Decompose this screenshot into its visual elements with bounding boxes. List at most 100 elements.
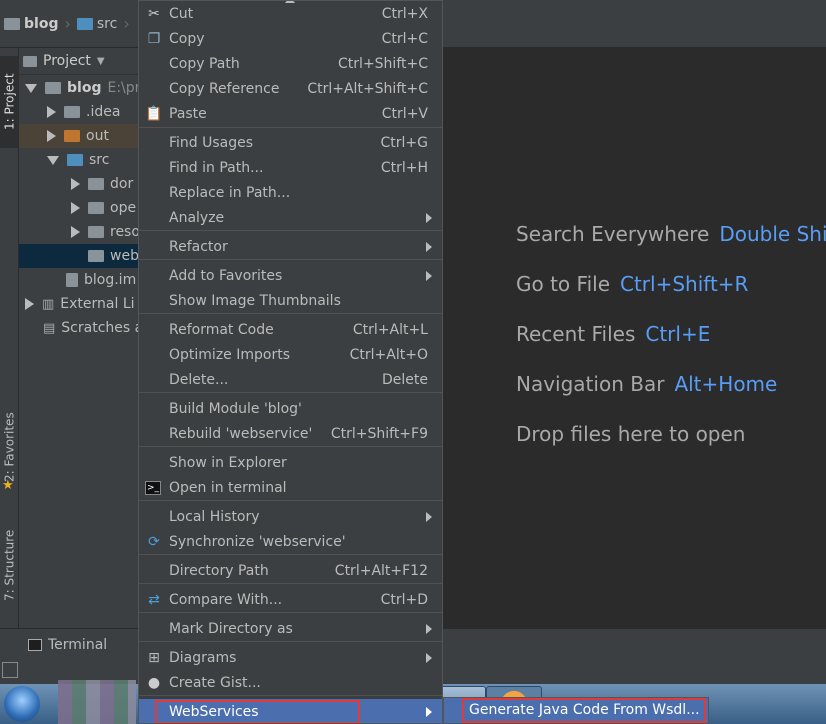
excluded-folder-icon — [64, 130, 80, 142]
menu-item-diagrams[interactable]: ⊞ Diagrams — [139, 645, 442, 670]
menu-item-label: Paste — [169, 105, 207, 122]
menu-item-find-usages[interactable]: Find Usages Ctrl+G — [139, 130, 442, 155]
menu-separator — [139, 583, 442, 584]
menu-item-build-module-blog[interactable]: Build Module 'blog' — [139, 396, 442, 421]
menu-item-label: Open in terminal — [169, 479, 287, 496]
menu-item-shortcut: Ctrl+H — [380, 159, 428, 176]
chevron-down-icon[interactable]: ▼ — [97, 56, 105, 67]
menu-item-synchronize-webservice[interactable]: ⟳ Synchronize 'webservice' — [139, 529, 442, 554]
tree-node-scratches[interactable]: ▤ Scratches a — [19, 316, 138, 340]
menu-item-label: Show Image Thumbnails — [169, 292, 341, 309]
submenu-arrow-icon — [426, 511, 432, 522]
menu-item-copy-path[interactable]: Copy Path Ctrl+Shift+C — [139, 51, 442, 76]
hint-key: Alt+Home — [674, 372, 778, 396]
collapse-arrow-icon[interactable] — [25, 298, 34, 310]
tab-structure[interactable]: 7: Structure — [0, 516, 19, 614]
menu-item-show-in-explorer[interactable]: Show in Explorer — [139, 450, 442, 475]
tree-node-label: out — [86, 128, 109, 144]
tree-node-package[interactable]: ope — [19, 196, 138, 220]
menu-item-label: Create Gist... — [169, 674, 261, 691]
menu-item-label: Build Module 'blog' — [169, 400, 302, 417]
menu-item-find-in-path[interactable]: Find in Path... Ctrl+H — [139, 155, 442, 180]
menu-item-label: Synchronize 'webservice' — [169, 533, 346, 550]
menu-item-optimize-imports[interactable]: Optimize Imports Ctrl+Alt+O — [139, 342, 442, 367]
menu-item-create-gist[interactable]: ● Create Gist... — [139, 670, 442, 695]
package-icon — [88, 250, 104, 262]
source-folder-icon — [67, 154, 83, 166]
tree-node-label: Scratches a — [61, 320, 138, 336]
collapse-arrow-icon[interactable] — [71, 226, 80, 238]
menu-item-label: Delete... — [169, 371, 229, 388]
collapse-arrow-icon[interactable] — [47, 106, 56, 118]
menu-item-label: Show in Explorer — [169, 454, 287, 471]
menu-item-refactor[interactable]: Refactor — [139, 234, 442, 259]
tab-structure-label: 7: Structure — [2, 529, 17, 601]
hint-key: Ctrl+E — [645, 322, 711, 346]
tree-node-webservice[interactable]: web — [19, 244, 138, 268]
menu-item-copy-reference[interactable]: Copy Reference Ctrl+Alt+Shift+C — [139, 76, 442, 101]
menu-item-shortcut: Ctrl+V — [381, 105, 428, 122]
menu-separator — [139, 641, 442, 642]
menu-item-add-to-favorites[interactable]: Add to Favorites — [139, 263, 442, 288]
annotation-highlight-box — [155, 700, 360, 723]
menu-item-label: Diagrams — [169, 649, 237, 666]
menu-item-cut[interactable]: ✂ Cut Ctrl+X — [139, 1, 442, 26]
menu-item-local-history[interactable]: Local History — [139, 504, 442, 529]
breadcrumb-label: blog — [24, 15, 59, 32]
breadcrumb-separator: › — [123, 14, 130, 33]
terminal-icon: >_ — [145, 480, 161, 495]
tree-node-package[interactable]: dor — [19, 172, 138, 196]
menu-separator — [139, 695, 442, 696]
hint-recent-files: Recent Files Ctrl+E — [516, 322, 710, 346]
menu-item-paste[interactable]: 📋 Paste Ctrl+V — [139, 101, 442, 126]
collapse-arrow-icon[interactable] — [47, 130, 56, 142]
tree-node-idea[interactable]: .idea — [19, 100, 138, 124]
menu-item-replace-in-path[interactable]: Replace in Path... — [139, 180, 442, 205]
menu-item-label: Compare With... — [169, 591, 283, 608]
scratches-icon: ▤ — [43, 320, 56, 336]
menu-item-rebuild-webservice[interactable]: Rebuild 'webservice' Ctrl+Shift+F9 — [139, 421, 442, 446]
expand-arrow-icon[interactable] — [25, 83, 37, 93]
menu-item-compare-with[interactable]: ⇄ Compare With... Ctrl+D — [139, 587, 442, 612]
collapse-arrow-icon[interactable] — [71, 202, 80, 214]
menu-item-analyze[interactable]: Analyze — [139, 205, 442, 230]
tree-node-package[interactable]: reso — [19, 220, 138, 244]
menu-item-label: Cut — [169, 5, 194, 22]
tree-node-iml[interactable]: blog.im — [19, 268, 138, 292]
tree-node-blog[interactable]: blog E:\pr — [19, 76, 138, 100]
menu-separator — [139, 392, 442, 393]
project-view-header[interactable]: Project ▼ — [19, 48, 138, 75]
menu-item-delete[interactable]: Delete... Delete — [139, 367, 442, 392]
tree-node-external-libraries[interactable]: ▥ External Li — [19, 292, 138, 316]
menu-item-shortcut: Ctrl+Alt+O — [349, 346, 428, 363]
compare-icon: ⇄ — [148, 591, 160, 608]
menu-item-shortcut: Ctrl+G — [380, 134, 429, 151]
menu-item-shortcut: Ctrl+D — [380, 591, 428, 608]
menu-separator — [139, 446, 442, 447]
menu-item-copy[interactable]: ❐ Copy Ctrl+C — [139, 26, 442, 51]
menu-item-shortcut: Ctrl+Alt+Shift+C — [307, 80, 428, 97]
menu-item-mark-directory-as[interactable]: Mark Directory as — [139, 616, 442, 641]
tree-node-src[interactable]: src — [19, 148, 138, 172]
menu-item-directory-path[interactable]: Directory Path Ctrl+Alt+F12 — [139, 558, 442, 583]
menu-separator — [139, 313, 442, 314]
expand-arrow-icon[interactable] — [47, 155, 59, 165]
project-panel: Project ▼ blog E:\pr .idea out src dor o… — [19, 48, 138, 628]
breadcrumb-src[interactable]: src — [76, 16, 117, 32]
status-toggle-icon[interactable] — [2, 662, 18, 678]
paste-icon: 📋 — [145, 105, 163, 122]
menu-item-open-in-terminal[interactable]: >_ Open in terminal — [139, 475, 442, 500]
project-icon — [23, 55, 37, 67]
breadcrumb-blog[interactable]: blog — [4, 16, 58, 32]
menu-item-reformat-code[interactable]: Reformat Code Ctrl+Alt+L — [139, 317, 442, 342]
menu-item-label: Optimize Imports — [169, 346, 290, 363]
menu-item-label: Copy — [169, 30, 205, 47]
menu-item-label: Copy Reference — [169, 80, 280, 97]
tree-node-out[interactable]: out — [19, 124, 138, 148]
submenu-arrow-icon — [426, 623, 432, 634]
collapse-arrow-icon[interactable] — [71, 178, 80, 190]
windows-start-icon[interactable] — [4, 686, 40, 722]
tab-project[interactable]: 1: Project — [0, 56, 19, 148]
menu-item-show-image-thumbnails[interactable]: Show Image Thumbnails — [139, 288, 442, 313]
tab-terminal[interactable]: Terminal — [28, 637, 107, 653]
